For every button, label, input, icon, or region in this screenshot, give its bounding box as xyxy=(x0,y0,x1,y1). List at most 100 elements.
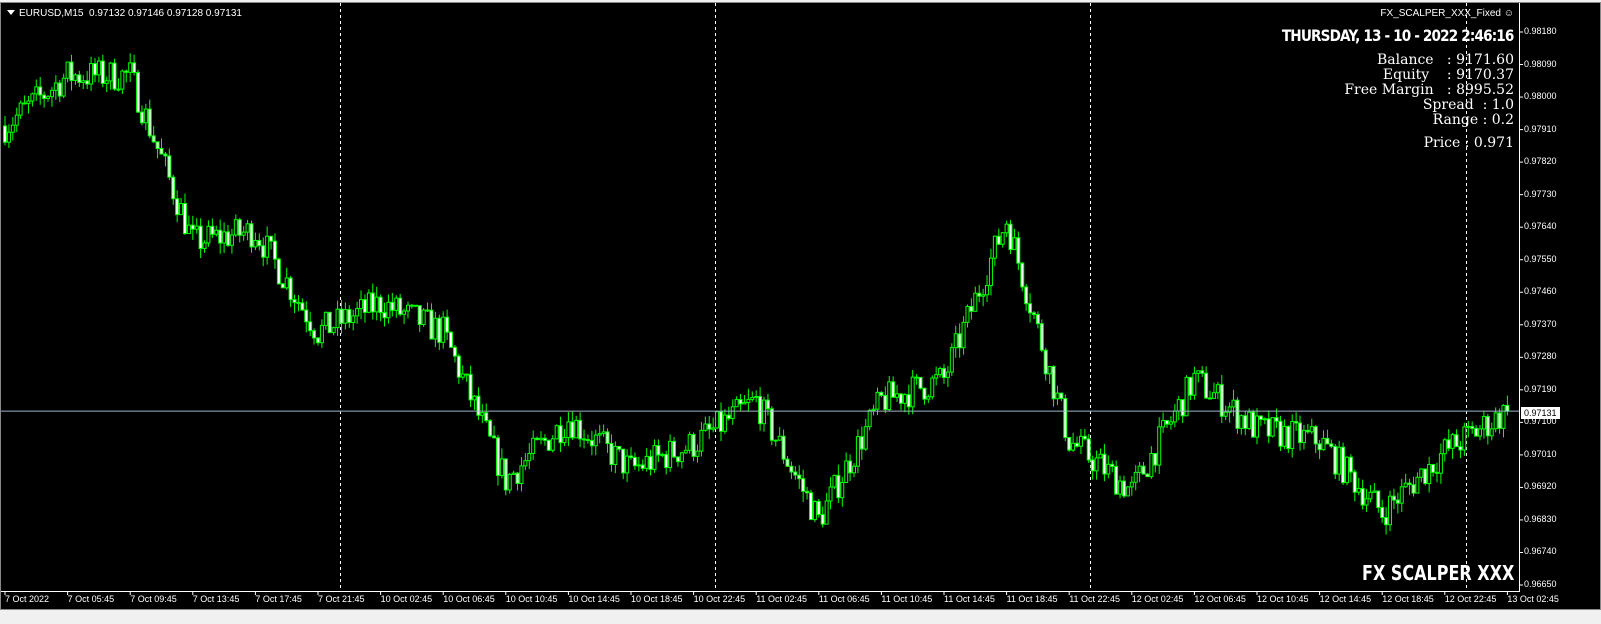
bear-candle xyxy=(969,306,974,312)
bull-candle xyxy=(1489,428,1494,437)
bull-candle xyxy=(777,435,782,441)
bull-candle xyxy=(104,80,109,84)
bull-candle xyxy=(1466,425,1471,428)
bear-candle xyxy=(280,283,285,289)
time-tick-label: 11 Oct 22:45 xyxy=(1069,594,1121,604)
bull-candle xyxy=(539,437,544,441)
bull-candle xyxy=(1462,426,1467,451)
bull-candle xyxy=(507,473,512,491)
bear-candle xyxy=(182,202,187,235)
bear-candle xyxy=(437,317,442,343)
bear-candle xyxy=(617,445,622,450)
bear-candle xyxy=(1298,422,1303,444)
bear-candle xyxy=(1075,442,1080,447)
bull-candle xyxy=(1442,439,1447,455)
bear-candle xyxy=(370,292,375,313)
bear-candle xyxy=(1391,495,1396,501)
bear-candle xyxy=(124,70,129,73)
bear-candle xyxy=(3,125,7,143)
bull-candle xyxy=(985,285,990,296)
bull-candle xyxy=(531,437,536,454)
bull-candle xyxy=(1247,411,1252,430)
bear-candle xyxy=(769,408,774,441)
bear-candle xyxy=(765,399,770,410)
bear-candle xyxy=(1380,506,1385,519)
bull-candle xyxy=(1438,453,1443,474)
bull-candle xyxy=(1450,434,1455,449)
bull-candle xyxy=(1364,498,1369,506)
time-tick-label: 7 Oct 17:45 xyxy=(255,594,302,604)
bear-candle xyxy=(503,458,508,491)
bull-candle xyxy=(241,231,246,236)
brand-watermark: FX SCALPER XXX xyxy=(1361,561,1514,585)
price-tick-label: 0.96740 xyxy=(1524,546,1557,557)
time-tick-label: 11 Oct 14:45 xyxy=(944,594,995,604)
range-line: Range : 0.2 xyxy=(1432,112,1514,128)
dropdown-triangle-icon[interactable] xyxy=(7,10,15,15)
bear-candle xyxy=(1051,365,1056,400)
bull-candle xyxy=(511,472,516,475)
bear-candle xyxy=(327,311,332,334)
bull-candle xyxy=(18,102,23,116)
bull-candle xyxy=(120,70,125,90)
bear-candle xyxy=(781,435,786,460)
bear-candle xyxy=(292,299,297,303)
bull-candle xyxy=(1133,471,1138,483)
bear-candle xyxy=(1454,434,1459,448)
bear-candle xyxy=(977,292,982,297)
current-price-label: 0.97131 xyxy=(1521,407,1560,419)
time-tick-label: 7 Oct 13:45 xyxy=(192,594,240,604)
time-tick-label: 10 Oct 10:45 xyxy=(505,594,558,604)
price-tick-label: 0.97370 xyxy=(1524,318,1557,329)
bull-candle xyxy=(480,412,485,416)
bull-candle xyxy=(1501,404,1506,429)
bear-candle xyxy=(382,312,387,319)
bear-candle xyxy=(801,478,806,492)
bull-candle xyxy=(1399,486,1404,504)
bull-candle xyxy=(1215,384,1220,394)
bull-candle xyxy=(30,93,35,102)
bear-candle xyxy=(957,333,962,349)
bull-candle xyxy=(750,397,755,400)
bear-candle xyxy=(300,302,305,311)
bull-candle xyxy=(1321,437,1326,451)
bull-candle xyxy=(1129,481,1134,488)
time-tick-label: 11 Oct 10:45 xyxy=(881,594,933,604)
bear-candle xyxy=(898,393,903,404)
bear-candle xyxy=(288,277,293,301)
bear-candle xyxy=(1067,437,1072,451)
bull-candle xyxy=(855,436,860,467)
bear-candle xyxy=(726,414,731,420)
bull-candle xyxy=(902,394,907,404)
bear-candle xyxy=(609,442,614,465)
bear-candle xyxy=(1274,417,1279,422)
bear-candle xyxy=(891,381,896,398)
bear-candle xyxy=(92,63,97,76)
time-tick-label: 7 Oct 21:45 xyxy=(318,594,365,604)
expert-advisor-label[interactable]: FX_SCALPER_XXX_Fixed ☺ xyxy=(1380,8,1514,19)
bear-candle xyxy=(139,111,144,124)
bull-candle xyxy=(926,396,931,400)
bull-candle xyxy=(1161,420,1166,428)
bull-candle xyxy=(323,311,328,326)
bear-candle xyxy=(69,61,74,81)
bull-candle xyxy=(730,406,735,420)
bear-candle xyxy=(484,412,489,422)
bear-candle xyxy=(1474,427,1479,437)
bear-candle xyxy=(390,301,395,311)
bull-candle xyxy=(351,315,356,323)
time-tick-label: 11 Oct 02:45 xyxy=(756,594,808,604)
bear-candle xyxy=(1086,438,1091,461)
chart-window[interactable]: EURUSD,M15 0.97132 0.97146 0.97128 0.971… xyxy=(0,2,1601,610)
bull-candle xyxy=(742,402,747,405)
bull-candle xyxy=(703,423,708,431)
bull-candle xyxy=(1368,491,1373,500)
bear-candle xyxy=(347,309,352,323)
bear-candle xyxy=(922,387,927,400)
time-tick-label: 10 Oct 02:45 xyxy=(380,594,433,604)
bull-candle xyxy=(930,377,935,398)
bull-candle xyxy=(46,96,51,100)
price-tick-label: 0.98090 xyxy=(1524,58,1557,69)
bear-candle xyxy=(1165,420,1170,425)
bull-candle xyxy=(194,225,199,230)
